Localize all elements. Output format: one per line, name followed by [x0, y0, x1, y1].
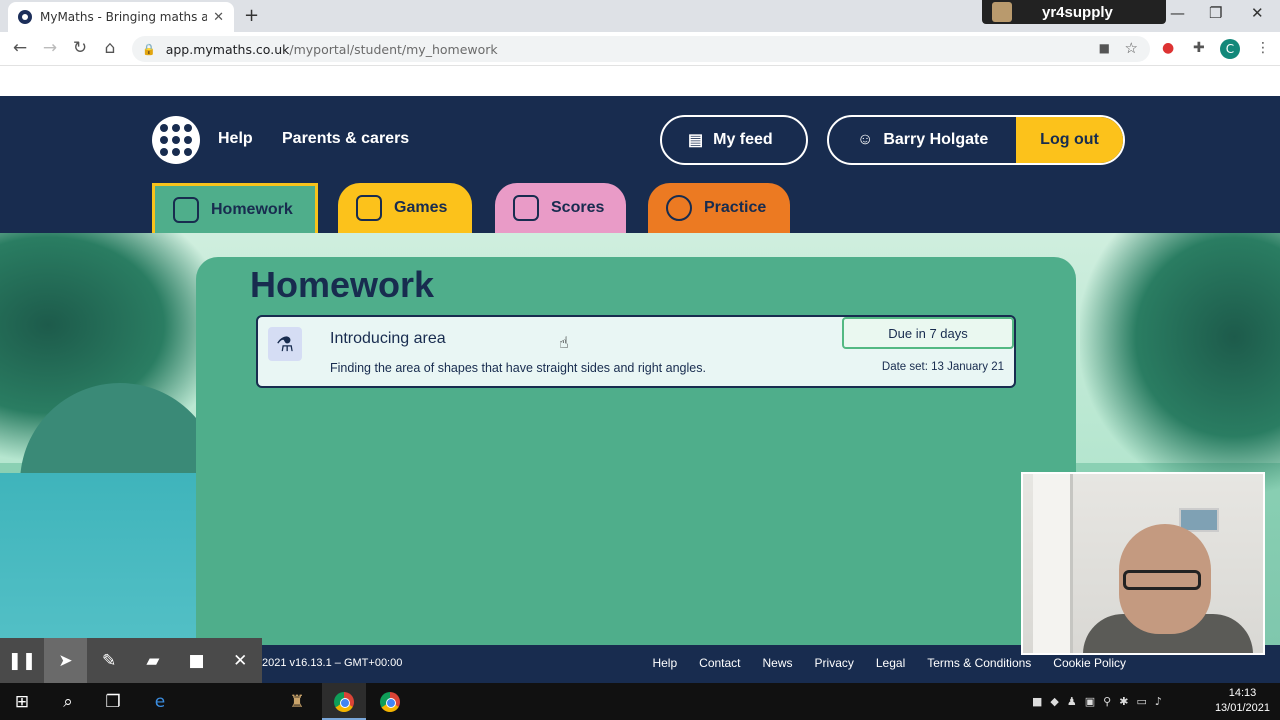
- recorder-app-icon[interactable]: ♜: [285, 690, 309, 714]
- footer-link-privacy[interactable]: Privacy: [815, 656, 854, 670]
- browser-tab[interactable]: MyMaths - Bringing maths alive ✕: [8, 2, 234, 32]
- tray-camera-icon[interactable]: ■: [1032, 695, 1042, 708]
- site-header: Help Parents & carers ▤ My feed ☺ Barry …: [0, 96, 1280, 233]
- profile-avatar[interactable]: C: [1220, 39, 1240, 59]
- browser-menu-icon[interactable]: ⋮: [1256, 40, 1270, 56]
- clock-date: 13/01/2021: [1214, 702, 1270, 714]
- highlighter-icon[interactable]: ▰: [131, 638, 175, 683]
- browser-tab-bar: MyMaths - Bringing maths alive ✕ + yr4su…: [0, 0, 1280, 32]
- footer-link-terms[interactable]: Terms & Conditions: [927, 656, 1031, 670]
- chrome-icon-2[interactable]: [378, 690, 402, 714]
- tab-close-icon[interactable]: ✕: [213, 10, 224, 25]
- task-view-icon[interactable]: ❐: [101, 690, 125, 714]
- webcam-icon[interactable]: ■: [175, 638, 219, 683]
- microscope-icon: ⚗: [268, 327, 302, 361]
- system-tray: ■ ◆ ♟ ▣ ⚲ ✱ ▭ ♪: [1032, 695, 1162, 708]
- tray-network-icon[interactable]: ▭: [1136, 695, 1146, 708]
- background-sea: [0, 473, 200, 645]
- windows-taskbar: ⊞ ⌕ ❐ e ♜ ■ ◆ ♟ ▣ ⚲ ✱ ▭ ♪ 14:13 13/01/20…: [0, 683, 1280, 720]
- user-badge-icon: ☺: [857, 131, 874, 148]
- recorder-user-tag: yr4supply: [982, 0, 1166, 24]
- url-input[interactable]: 🔒 app.mymaths.co.uk /myportal/student/my…: [132, 36, 1150, 62]
- tab-scores-label: Scores: [551, 199, 605, 216]
- pointer-icon[interactable]: ➤: [43, 638, 88, 683]
- newspaper-icon: ▤: [688, 132, 704, 149]
- edge-icon[interactable]: e: [148, 690, 172, 714]
- url-path: /myportal/student/my_homework: [289, 41, 498, 57]
- tray-volume-icon[interactable]: ♪: [1155, 695, 1162, 708]
- backpack-icon: [173, 196, 199, 223]
- taskbar-clock[interactable]: 14:13 13/01/2021: [1215, 686, 1270, 716]
- chrome-icon[interactable]: [332, 690, 356, 714]
- search-icon[interactable]: ⌕: [56, 690, 80, 714]
- tray-security-icon[interactable]: ▣: [1085, 695, 1095, 708]
- tab-scores[interactable]: Scores: [495, 183, 626, 233]
- tab-practice-label: Practice: [704, 199, 767, 216]
- hand-cursor-icon: ☝: [559, 333, 569, 352]
- mymaths-favicon-icon: [18, 10, 32, 24]
- tab-homework[interactable]: Homework: [152, 183, 318, 233]
- url-host: app.mymaths.co.uk: [165, 41, 290, 57]
- restore-icon[interactable]: ❐: [1209, 4, 1222, 22]
- homework-title[interactable]: Introducing area: [330, 330, 446, 348]
- gamepad-icon: [356, 195, 382, 221]
- page-top-spacer: [0, 66, 1280, 96]
- homework-description: Finding the area of shapes that have str…: [330, 361, 706, 375]
- recorder-avatar-icon: [992, 2, 1012, 22]
- browser-address-bar: ← → ↻ ⌂ 🔒 app.mymaths.co.uk /myportal/st…: [0, 32, 1280, 66]
- pause-icon[interactable]: ❚❚: [0, 638, 44, 683]
- footer-link-cookie-policy[interactable]: Cookie Policy: [1053, 656, 1126, 670]
- bar-chart-icon: [513, 195, 539, 221]
- webcam-window-frame: [1033, 474, 1073, 653]
- my-feed-button[interactable]: ▤ My feed: [660, 115, 808, 165]
- version-info: 2021 v16.13.1 – GMT+00:00: [262, 657, 403, 669]
- windows-start-icon[interactable]: ⊞: [10, 690, 34, 714]
- tray-wifi-icon[interactable]: ⚲: [1103, 695, 1111, 708]
- footer-link-legal[interactable]: Legal: [876, 656, 905, 670]
- extensions-puzzle-icon[interactable]: ✚: [1193, 40, 1205, 56]
- footer-link-news[interactable]: News: [763, 656, 793, 670]
- new-tab-button[interactable]: +: [244, 5, 259, 26]
- tab-games[interactable]: Games: [338, 183, 472, 233]
- tray-shield-icon[interactable]: ◆: [1050, 695, 1058, 708]
- tab-practice[interactable]: Practice: [648, 183, 790, 233]
- tab-title: MyMaths - Bringing maths alive: [40, 10, 208, 24]
- date-set: Date set: 13 January 21: [881, 361, 1004, 373]
- reload-icon[interactable]: ↻: [70, 38, 90, 58]
- home-icon[interactable]: ⌂: [100, 38, 120, 58]
- due-badge: Due in 7 days: [842, 317, 1014, 349]
- footer-link-help[interactable]: Help: [652, 656, 677, 670]
- page-title: Homework: [250, 264, 435, 305]
- footer-links: Help Contact News Privacy Legal Terms & …: [652, 656, 1126, 670]
- palm-leaves-right: [1080, 233, 1280, 493]
- logout-button[interactable]: Log out: [1016, 117, 1123, 163]
- bookmark-star-icon[interactable]: ☆: [1125, 39, 1138, 57]
- tab-homework-label: Homework: [211, 200, 293, 218]
- forward-icon[interactable]: →: [40, 38, 60, 58]
- minimize-icon[interactable]: —: [1170, 4, 1185, 22]
- parents-carers-link[interactable]: Parents & carers: [282, 130, 409, 148]
- tab-games-label: Games: [394, 199, 448, 216]
- window-close-icon[interactable]: ✕: [1251, 4, 1264, 22]
- webcam-overlay: [1021, 472, 1265, 655]
- pen-icon[interactable]: ✎: [87, 638, 131, 683]
- lock-icon: 🔒: [142, 42, 156, 56]
- app-grid-menu-button[interactable]: [152, 116, 200, 164]
- tray-user-icon[interactable]: ♟: [1067, 695, 1077, 708]
- close-recorder-icon[interactable]: ✕: [218, 638, 262, 683]
- homework-item[interactable]: ⚗ Introducing area Finding the area of s…: [256, 315, 1016, 388]
- help-link[interactable]: Help: [218, 130, 253, 148]
- footer-link-contact[interactable]: Contact: [699, 656, 740, 670]
- recorder-toolbar: ❚❚ ➤ ✎ ▰ ■ ✕: [0, 638, 262, 683]
- clock-time: 14:13: [1228, 687, 1257, 699]
- tray-bluetooth-icon[interactable]: ✱: [1119, 695, 1128, 708]
- target-icon: [666, 195, 692, 221]
- my-feed-label: My feed: [713, 131, 773, 148]
- back-icon[interactable]: ←: [10, 38, 30, 58]
- extension-record-icon[interactable]: ●: [1162, 40, 1174, 56]
- camera-icon[interactable]: ■: [1099, 41, 1110, 55]
- webcam-person-glasses: [1123, 570, 1201, 590]
- user-name: Barry Holgate: [883, 131, 989, 148]
- recorder-label: yr4supply: [1042, 3, 1113, 21]
